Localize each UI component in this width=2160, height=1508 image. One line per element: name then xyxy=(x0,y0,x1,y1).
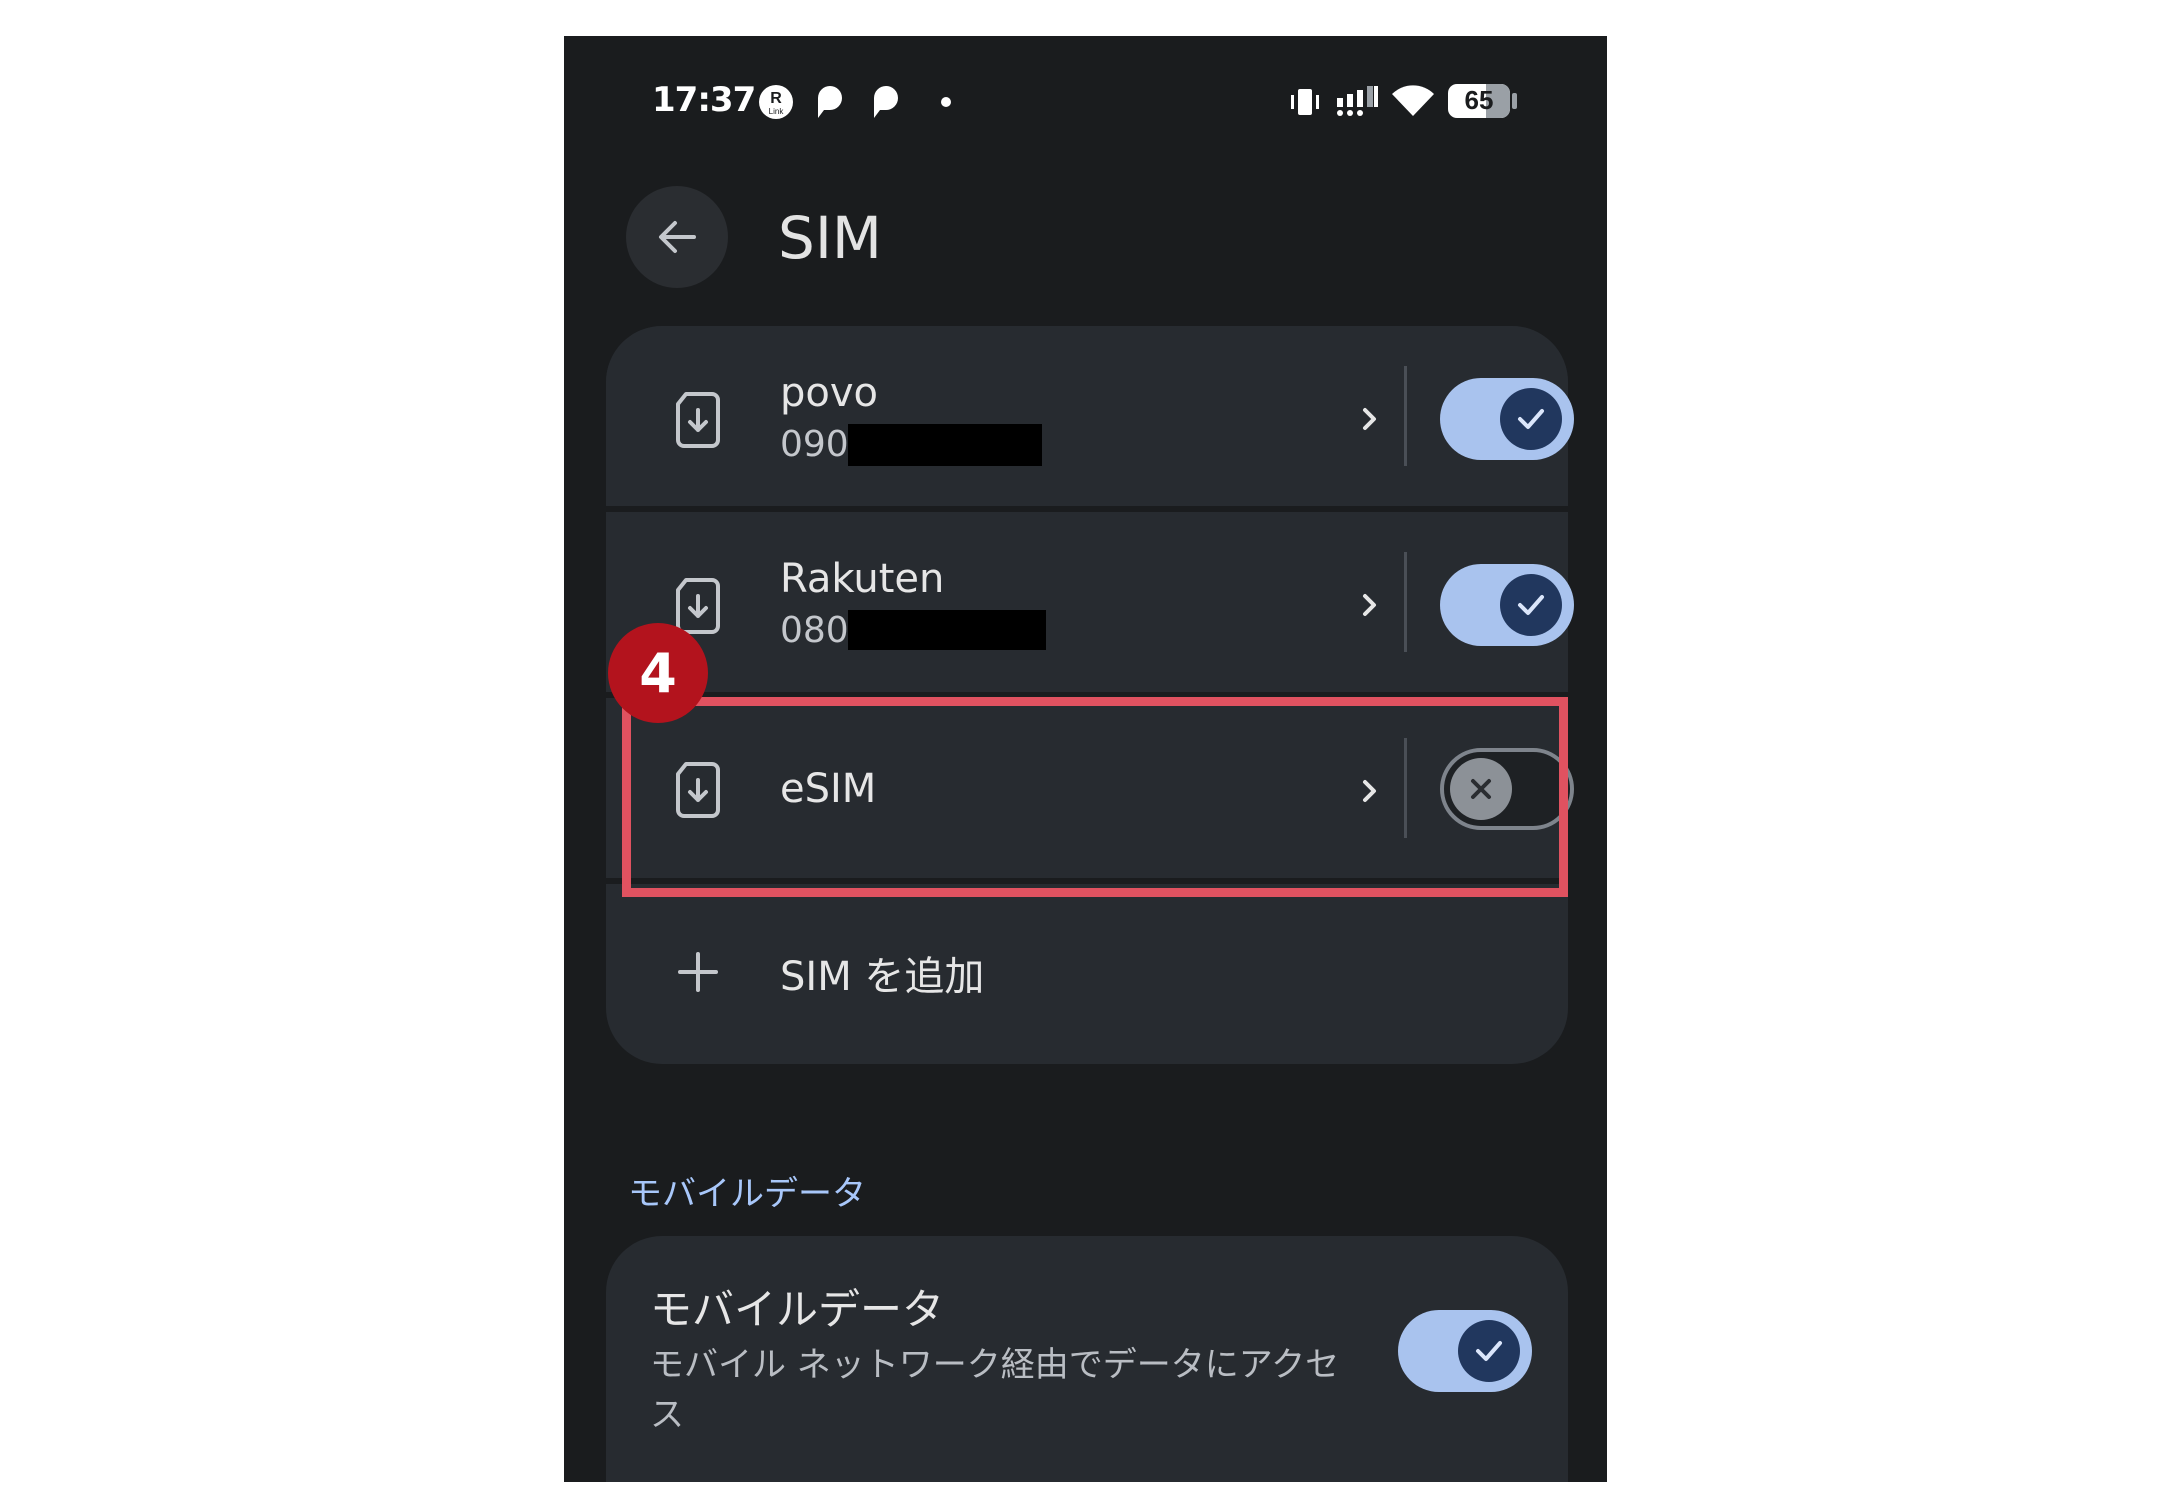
add-sim-button[interactable]: SIM を追加 xyxy=(606,884,1568,1064)
sim-card-icon xyxy=(676,392,720,448)
highlight-box xyxy=(622,697,1568,897)
mobile-data-row[interactable]: モバイルデータ モバイル ネットワーク経由でデータにアクセス xyxy=(606,1236,1568,1482)
status-time: 17:37 xyxy=(652,80,756,120)
app-header: SIM xyxy=(564,186,1607,316)
arrow-left-icon xyxy=(659,221,696,253)
sim-number: 080 xyxy=(780,610,849,651)
sim-row-povo[interactable]: povo 090 xyxy=(606,326,1574,506)
rakuten-link-icon: R Link xyxy=(759,85,793,119)
check-icon xyxy=(1518,409,1544,429)
mobile-data-toggle[interactable] xyxy=(1398,1310,1532,1392)
battery-icon: 65 xyxy=(1448,84,1520,120)
divider xyxy=(1404,366,1407,466)
toggle-knob xyxy=(1500,574,1562,636)
toggle-knob xyxy=(1500,388,1562,450)
svg-text:R: R xyxy=(770,90,782,107)
sim-name: Rakuten xyxy=(780,556,945,602)
page-title: SIM xyxy=(778,204,882,272)
redaction-bar xyxy=(848,424,1042,466)
sim-card-icon xyxy=(676,578,720,634)
sim-number: 090 xyxy=(780,424,849,465)
mobile-data-description: モバイル ネットワーク経由でデータにアクセス xyxy=(650,1345,1340,1435)
divider xyxy=(1404,552,1407,652)
povo-icon xyxy=(874,86,898,118)
sim-name: povo xyxy=(780,370,879,416)
status-bar: 17:37 R Link 65 xyxy=(564,36,1607,166)
toggle-knob xyxy=(1458,1320,1520,1382)
battery-level: 65 xyxy=(1464,85,1494,115)
signal-icon xyxy=(1337,86,1378,116)
mobile-data-title: モバイルデータ xyxy=(650,1285,945,1334)
chevron-right-icon xyxy=(1363,408,1376,430)
back-button[interactable] xyxy=(626,186,728,288)
povo-icon xyxy=(818,86,842,118)
vibrate-icon xyxy=(1291,89,1319,115)
check-icon xyxy=(1476,1341,1502,1361)
section-header-mobile-data: モバイルデータ xyxy=(628,1174,866,1214)
redaction-bar xyxy=(848,610,1046,650)
check-icon xyxy=(1518,595,1544,615)
chevron-right-icon xyxy=(1363,594,1376,616)
plus-icon xyxy=(678,952,718,992)
step-badge: 4 xyxy=(608,623,708,723)
sim-toggle-povo[interactable] xyxy=(1440,378,1574,460)
svg-text:Link: Link xyxy=(769,107,785,116)
add-sim-label: SIM を追加 xyxy=(780,954,985,1000)
wifi-icon xyxy=(1392,85,1434,116)
sim-row-rakuten[interactable]: Rakuten 080 xyxy=(606,512,1574,692)
sim-toggle-rakuten[interactable] xyxy=(1440,564,1574,646)
dot-icon xyxy=(941,97,951,107)
